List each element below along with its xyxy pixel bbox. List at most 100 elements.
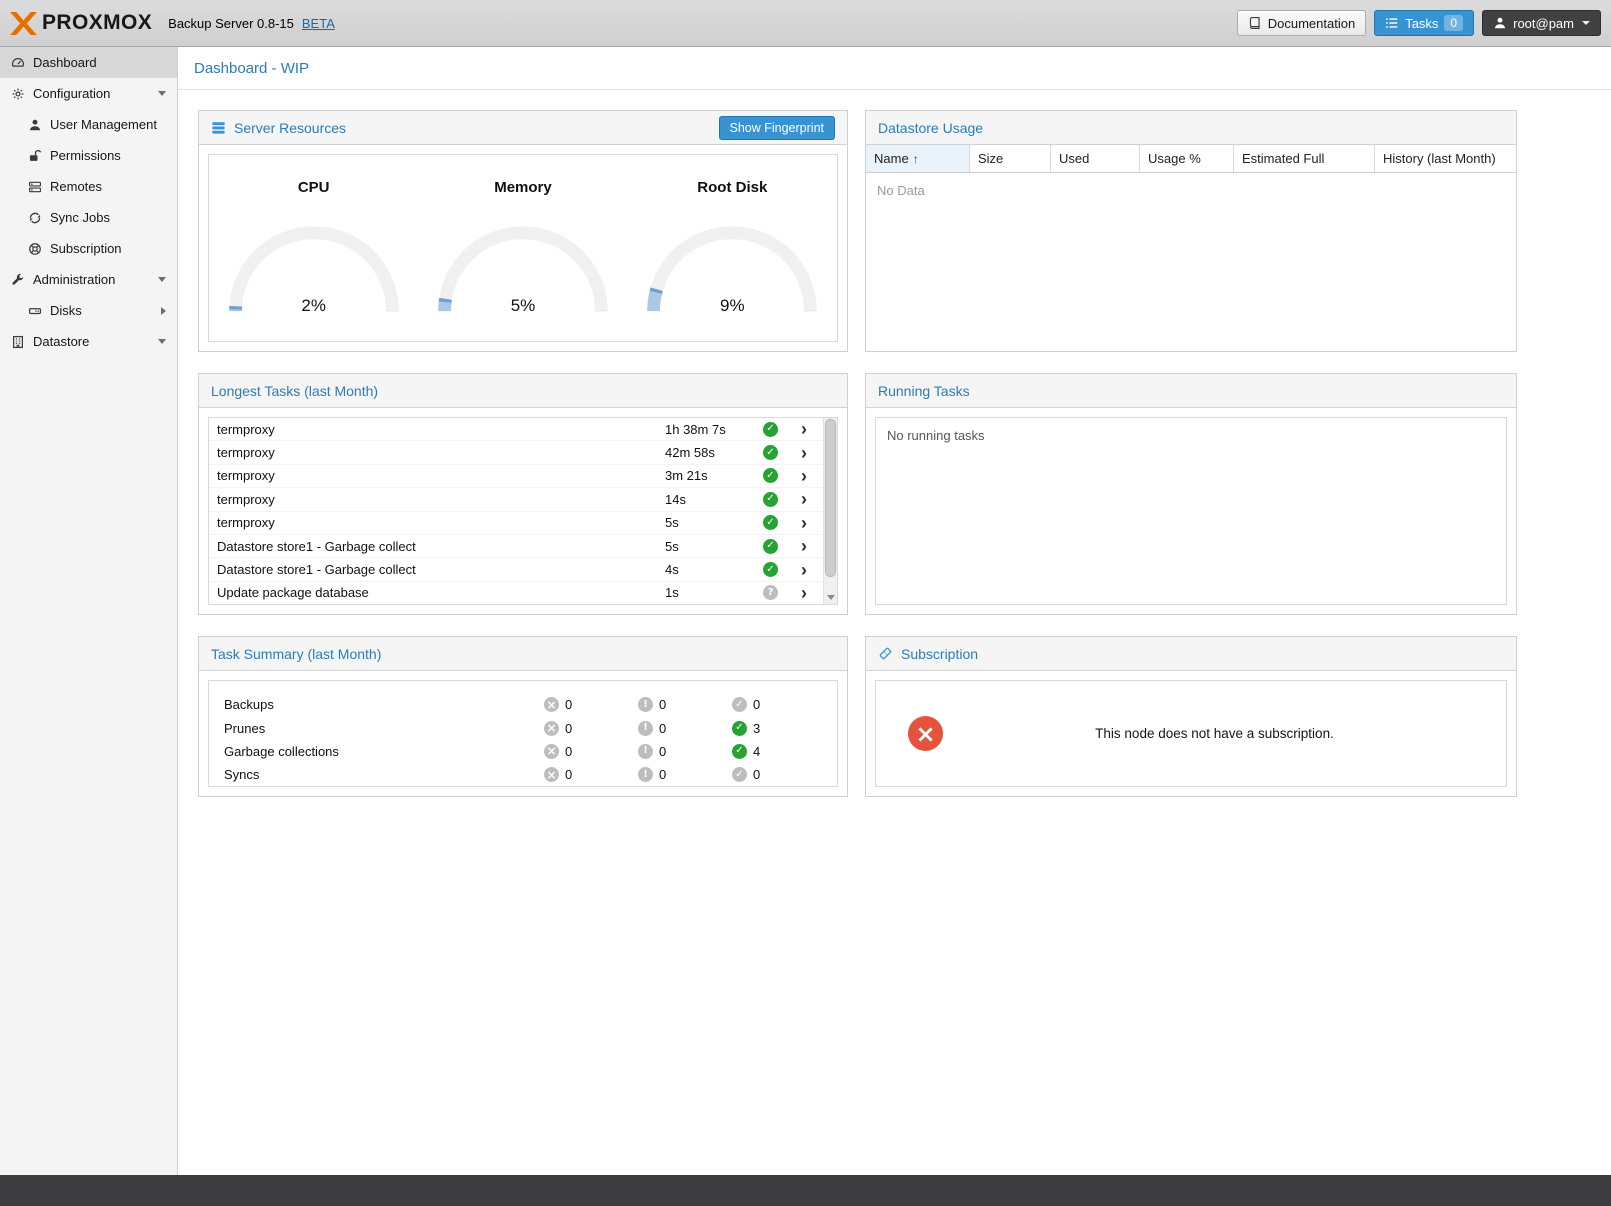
sidebar-item-sync-jobs[interactable]: Sync Jobs [0,202,177,233]
memory-gauge: Memory 5% [425,179,621,341]
task-status-icon [763,585,778,600]
task-status-icon [763,492,778,507]
empty-text: No Data [866,173,1516,208]
server-list-icon [28,180,42,194]
sidebar-item-configuration[interactable]: Configuration [0,78,177,109]
user-icon [1493,16,1507,30]
sidebar-item-disks[interactable]: Disks [0,295,177,326]
user-menu-button[interactable]: root@pam [1482,10,1601,36]
task-duration: 14s [665,492,763,507]
subscription-message: This node does not have a subscription. [943,726,1486,741]
show-fingerprint-button[interactable]: Show Fingerprint [719,116,836,140]
book-icon [1248,16,1262,30]
task-summary-panel: Task Summary (last Month) Backups 0 0 0 [198,636,848,797]
error-count: 0 [565,721,572,736]
column-header-estimated-full[interactable]: Estimated Full [1234,145,1375,172]
task-name: Datastore store1 - Garbage collect [217,539,665,554]
warning-count: 0 [659,767,666,782]
error-count: 0 [565,697,572,712]
scrollbar[interactable] [823,418,837,604]
summary-label: Prunes [224,721,544,736]
sidebar-item-remotes[interactable]: Remotes [0,171,177,202]
task-row[interactable]: termproxy 1h 38m 7s [209,418,837,441]
task-list-icon [1385,16,1399,30]
app-title: Backup Server 0.8-15 [168,16,294,31]
chevron-right-icon[interactable] [161,307,166,315]
column-label: History (last Month) [1383,151,1496,166]
longest-tasks-panel: Longest Tasks (last Month) termproxy 1h … [198,373,848,615]
column-header-history[interactable]: History (last Month) [1375,145,1516,172]
running-tasks-body: No running tasks [866,408,1516,614]
scroll-down-button[interactable] [824,590,837,604]
proxmox-backup-app: PROXMOX Backup Server 0.8-15 BETA Docume… [0,0,1611,1206]
task-row[interactable]: termproxy 42m 58s [209,441,837,464]
sidebar-item-datastore[interactable]: Datastore [0,326,177,357]
panel-title: Datastore Usage [878,120,983,136]
task-row[interactable]: termproxy 14s [209,488,837,511]
chevron-down-icon[interactable] [158,339,166,344]
warning-count-icon [638,697,653,712]
chevron-right-icon[interactable] [801,467,807,485]
chevron-right-icon[interactable] [801,514,807,532]
summary-label: Garbage collections [224,744,544,759]
panel-title: Subscription [901,646,978,662]
scrollbar-thumb[interactable] [825,419,836,577]
chevron-down-icon[interactable] [158,91,166,96]
beta-link[interactable]: BETA [302,16,335,31]
ok-count-icon [732,697,747,712]
chevron-right-icon[interactable] [801,444,807,462]
task-row[interactable]: Datastore store1 - Garbage collect 5s [209,535,837,558]
panel-title: Task Summary (last Month) [211,646,381,662]
sidebar-item-subscription[interactable]: Subscription [0,233,177,264]
column-header-size[interactable]: Size [970,145,1051,172]
chevron-right-icon[interactable] [801,561,807,579]
sidebar-item-label: Datastore [33,334,89,349]
summary-label: Backups [224,697,544,712]
task-row[interactable]: termproxy 3m 21s [209,465,837,488]
documentation-button[interactable]: Documentation [1237,10,1366,36]
column-header-used[interactable]: Used [1051,145,1140,172]
task-duration: 5s [665,539,763,554]
sidebar-item-administration[interactable]: Administration [0,264,177,295]
datastore-icon [11,335,25,349]
task-summary-header: Task Summary (last Month) [199,637,847,671]
triangle-down-icon [827,595,835,600]
no-subscription-icon [908,716,943,751]
gauge-value: 2% [224,296,404,316]
sidebar-item-dashboard[interactable]: Dashboard [0,47,177,78]
error-count-icon [544,697,559,712]
tasks-button[interactable]: Tasks 0 [1374,10,1474,36]
error-count: 0 [565,744,572,759]
task-status-icon [763,539,778,554]
task-status-icon [763,562,778,577]
logo-text: PROXMOX [42,11,152,35]
chevron-right-icon[interactable] [801,420,807,438]
chevron-right-icon[interactable] [801,490,807,508]
chevron-right-icon[interactable] [801,537,807,555]
sidebar-item-label: Configuration [33,86,110,101]
column-header-name[interactable]: Name [866,145,970,172]
server-resources-header: Server Resources Show Fingerprint [199,111,847,145]
chevron-down-icon[interactable] [158,277,166,282]
task-row[interactable]: Datastore store1 - Garbage collect 4s [209,558,837,581]
main-content: Dashboard - WIP Server Resources Show Fi… [178,47,1611,1175]
warning-count: 0 [659,721,666,736]
proxmox-x-icon [10,12,37,35]
sidebar-item-user-management[interactable]: User Management [0,109,177,140]
root-disk-gauge: Root Disk 9% [634,179,830,341]
task-row[interactable]: termproxy 5s [209,512,837,535]
task-name: termproxy [217,468,665,483]
column-header-usage-pct[interactable]: Usage % [1140,145,1234,172]
column-label: Used [1059,151,1089,166]
chevron-right-icon[interactable] [801,584,807,602]
sidebar-item-permissions[interactable]: Permissions [0,140,177,171]
ok-count: 0 [753,767,760,782]
task-row[interactable]: Update package database 1s [209,582,837,605]
column-label: Size [978,151,1003,166]
warning-count: 0 [659,697,666,712]
app-header: PROXMOX Backup Server 0.8-15 BETA Docume… [0,0,1611,47]
server-resources-panel: Server Resources Show Fingerprint CPU 2% [198,110,848,352]
documentation-label: Documentation [1268,16,1355,31]
sidebar-item-label: Disks [50,303,82,318]
summary-label: Syncs [224,767,544,782]
